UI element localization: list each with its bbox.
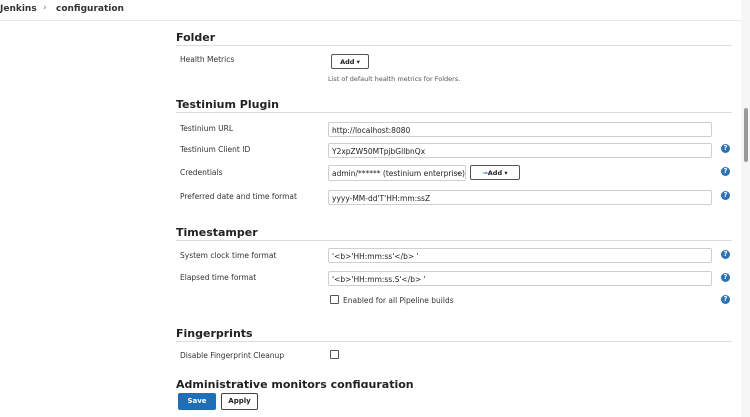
chevron-down-icon: ⌄: [455, 168, 461, 176]
date-format-input[interactable]: yyyy-MM-dd'T'HH:mm:ssZ: [328, 190, 712, 205]
testinium-url-label: Testinium URL: [180, 124, 234, 133]
system-clock-format-input[interactable]: '<b>'HH:mm:ss'</b> ': [328, 248, 712, 263]
testinium-client-id-label: Testinium Client ID: [180, 145, 251, 154]
timestamper-section-title: Timestamper: [176, 226, 258, 239]
credentials-help-icon[interactable]: ?: [721, 167, 730, 176]
system-clock-help-icon[interactable]: ?: [721, 250, 730, 259]
apply-button[interactable]: Apply: [221, 393, 258, 410]
breadcrumb-bar: Jenkins › configuration: [0, 0, 750, 21]
timestamper-divider: [176, 240, 732, 241]
client-id-help-icon[interactable]: ?: [721, 144, 730, 153]
breadcrumb-jenkins-link[interactable]: Jenkins: [0, 4, 37, 14]
scrollbar-thumb[interactable]: [744, 108, 748, 162]
health-metrics-add-button[interactable]: Add ▾: [331, 54, 369, 69]
testinium-divider: [176, 112, 732, 113]
health-metrics-hint: List of default health metrics for Folde…: [328, 75, 461, 83]
credentials-add-label: Add ▾: [487, 169, 508, 177]
testinium-section-title: Testinium Plugin: [176, 98, 279, 111]
pipeline-builds-label: Enabled for all Pipeline builds: [343, 296, 454, 305]
date-format-label: Preferred date and time format: [180, 192, 297, 201]
pipeline-builds-help-icon[interactable]: ?: [721, 295, 730, 304]
testinium-client-id-input[interactable]: Y2xpZW50MTpjbGllbnQx: [328, 143, 712, 158]
credentials-selected-value: admin/****** (testinium enterprise): [332, 169, 465, 178]
disable-fingerprint-cleanup-label: Disable Fingerprint Cleanup: [180, 351, 285, 360]
elapsed-time-format-label: Elapsed time format: [180, 273, 257, 282]
testinium-url-input[interactable]: http://localhost:8080: [328, 122, 712, 137]
breadcrumb-separator-icon: ›: [43, 3, 47, 13]
fingerprints-divider: [176, 341, 732, 342]
elapsed-time-help-icon[interactable]: ?: [721, 273, 730, 282]
disable-fingerprint-cleanup-checkbox[interactable]: [330, 350, 339, 359]
fingerprints-section-title: Fingerprints: [176, 327, 253, 340]
breadcrumb-configuration-link[interactable]: configuration: [56, 4, 124, 14]
credentials-label: Credentials: [180, 168, 223, 177]
elapsed-time-format-input[interactable]: '<b>'HH:mm:ss.S'</b> ': [328, 271, 712, 286]
system-clock-format-label: System clock time format: [180, 251, 277, 260]
credentials-select[interactable]: admin/****** (testinium enterprise) ⌄: [328, 165, 466, 181]
admin-monitors-section-title: Administrative monitors configuration: [176, 378, 414, 388]
pipeline-builds-checkbox[interactable]: [330, 295, 339, 304]
date-format-help-icon[interactable]: ?: [721, 191, 730, 200]
save-button[interactable]: Save: [178, 393, 216, 410]
folder-section-title: Folder: [176, 31, 216, 44]
folder-divider: [176, 45, 732, 46]
health-metrics-label: Health Metrics: [180, 55, 235, 64]
credentials-add-button[interactable]: ⊸Add ▾: [470, 165, 520, 180]
scrollbar-track[interactable]: [741, 0, 750, 417]
form-action-bar: Save Apply: [0, 388, 741, 417]
